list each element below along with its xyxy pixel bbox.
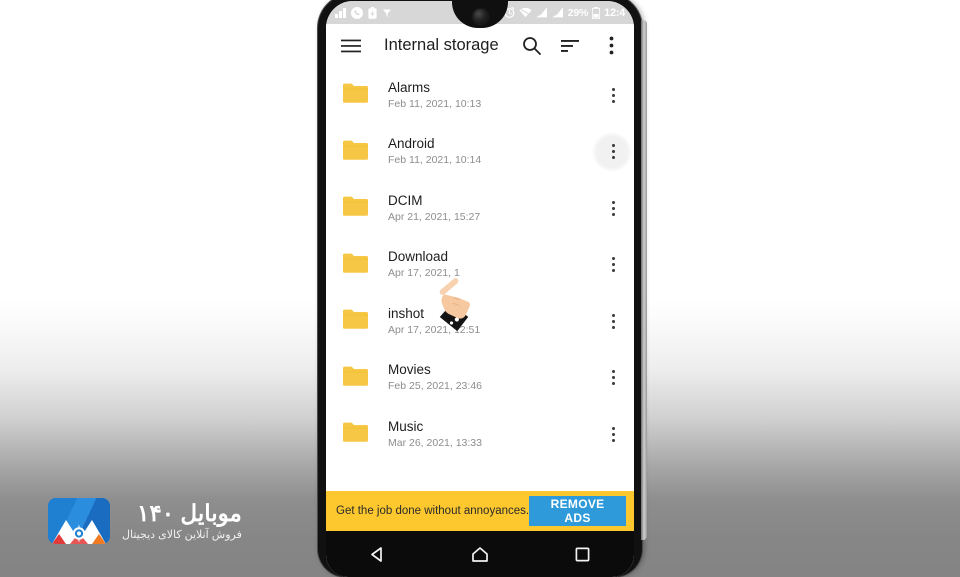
folder-icon bbox=[342, 139, 368, 165]
file-date: Feb 11, 2021, 10:14 bbox=[388, 154, 482, 167]
brand-subtitle: فروش آنلاین کالای دیجیتال bbox=[122, 529, 242, 542]
folder-icon bbox=[342, 308, 368, 334]
phone-screen: 29% 12:4 Internal storage Alarms Feb 11,… bbox=[326, 1, 634, 577]
table-row[interactable]: Movies Feb 25, 2021, 23:46 bbox=[326, 350, 634, 407]
file-list[interactable]: Alarms Feb 11, 2021, 10:13 Android Feb 1… bbox=[326, 67, 634, 491]
file-name: Android bbox=[388, 136, 435, 152]
remove-ads-button[interactable]: REMOVE ADS bbox=[529, 496, 626, 526]
file-name: Movies bbox=[388, 362, 431, 378]
mountain-logo-icon bbox=[48, 498, 110, 544]
row-more-icon[interactable] bbox=[600, 80, 626, 110]
ad-text: Get the job done without annoyances. bbox=[336, 505, 530, 517]
table-row[interactable]: inshot Apr 17, 2021, 12:51 bbox=[326, 293, 634, 350]
table-row[interactable]: Music Mar 26, 2021, 13:33 bbox=[326, 406, 634, 463]
app-bar: Internal storage bbox=[326, 24, 634, 67]
file-meta: DCIM Apr 21, 2021, 15:27 bbox=[388, 193, 600, 224]
phone-device: 29% 12:4 Internal storage Alarms Feb 11,… bbox=[318, 0, 647, 577]
brand-watermark: موبایل ۱۴۰ فروش آنلاین کالای دیجیتال bbox=[48, 498, 242, 544]
signal-chart-icon bbox=[335, 7, 346, 18]
battery-saver-icon bbox=[368, 6, 377, 19]
front-camera-icon bbox=[472, 8, 488, 24]
file-name: Download bbox=[388, 249, 449, 265]
file-meta: Android Feb 11, 2021, 10:14 bbox=[388, 136, 600, 167]
row-more-icon[interactable] bbox=[600, 363, 626, 393]
row-more-icon[interactable] bbox=[600, 193, 626, 223]
phone-side-edge bbox=[641, 20, 647, 540]
sort-icon[interactable] bbox=[558, 33, 584, 59]
folder-icon bbox=[342, 252, 368, 278]
file-meta: Music Mar 26, 2021, 13:33 bbox=[388, 419, 600, 450]
status-bar-right-icons: 29% 12:4 bbox=[504, 6, 625, 19]
hamburger-menu-icon[interactable] bbox=[338, 33, 364, 59]
row-more-icon[interactable] bbox=[600, 306, 626, 336]
app-bar-actions bbox=[518, 33, 624, 59]
file-date: Apr 21, 2021, 15:27 bbox=[388, 210, 481, 223]
search-icon[interactable] bbox=[518, 33, 544, 59]
file-date: Apr 17, 2021, 12:51 bbox=[388, 323, 481, 336]
brand-text-block: موبایل ۱۴۰ فروش آنلاین کالای دیجیتال bbox=[122, 500, 242, 542]
screenshot-stage: موبایل ۱۴۰ فروش آنلاین کالای دیجیتال 29%… bbox=[0, 0, 960, 577]
row-more-icon[interactable] bbox=[600, 419, 626, 449]
folder-icon bbox=[342, 365, 368, 391]
recents-square-icon[interactable] bbox=[565, 536, 601, 572]
file-name: Alarms bbox=[388, 79, 431, 95]
vpn-icon bbox=[382, 8, 392, 18]
brand-title: موبایل ۱۴۰ bbox=[136, 499, 242, 526]
ad-banner: Get the job done without annoyances. REM… bbox=[326, 491, 634, 531]
row-more-icon[interactable] bbox=[600, 137, 626, 167]
status-bar-clock: 12:4 bbox=[604, 6, 625, 19]
back-triangle-icon[interactable] bbox=[359, 536, 395, 572]
file-meta: Alarms Feb 11, 2021, 10:13 bbox=[388, 80, 600, 111]
battery-percentage: 29% bbox=[567, 6, 589, 19]
folder-icon bbox=[342, 195, 368, 221]
file-date: Feb 11, 2021, 10:13 bbox=[388, 97, 482, 110]
battery-icon bbox=[592, 6, 601, 19]
table-row[interactable]: DCIM Apr 21, 2021, 15:27 bbox=[326, 180, 634, 237]
display-notch bbox=[452, 1, 508, 28]
android-navigation-bar bbox=[326, 531, 634, 577]
file-meta: inshot Apr 17, 2021, 12:51 bbox=[388, 306, 600, 337]
folder-icon bbox=[342, 421, 368, 447]
file-name: Music bbox=[388, 418, 424, 434]
file-date: Feb 25, 2021, 23:46 bbox=[388, 380, 482, 393]
file-meta: Movies Feb 25, 2021, 23:46 bbox=[388, 362, 600, 393]
status-bar-left-icons bbox=[335, 6, 392, 19]
file-date: Mar 26, 2021, 13:33 bbox=[388, 436, 482, 449]
file-name: DCIM bbox=[388, 192, 423, 208]
table-row[interactable]: Download Apr 17, 2021, 1 bbox=[326, 237, 634, 294]
file-date: Apr 17, 2021, 1 bbox=[388, 267, 460, 280]
file-name: inshot bbox=[388, 305, 425, 321]
file-meta: Download Apr 17, 2021, 1 bbox=[388, 249, 600, 280]
folder-icon bbox=[342, 82, 368, 108]
logo-emblem-icon bbox=[70, 525, 88, 542]
page-title: Internal storage bbox=[384, 36, 499, 54]
status-bar: 29% 12:4 bbox=[326, 1, 634, 28]
home-pentagon-icon[interactable] bbox=[462, 536, 498, 572]
row-more-icon[interactable] bbox=[600, 250, 626, 280]
more-vertical-icon[interactable] bbox=[598, 33, 624, 59]
table-row[interactable]: Android Feb 11, 2021, 10:14 bbox=[326, 124, 634, 181]
table-row[interactable]: Alarms Feb 11, 2021, 10:13 bbox=[326, 67, 634, 124]
wifi-icon bbox=[519, 7, 532, 18]
sim1-signal-icon bbox=[536, 7, 548, 18]
sim2-signal-icon bbox=[552, 7, 564, 18]
phone-call-icon bbox=[351, 6, 363, 19]
